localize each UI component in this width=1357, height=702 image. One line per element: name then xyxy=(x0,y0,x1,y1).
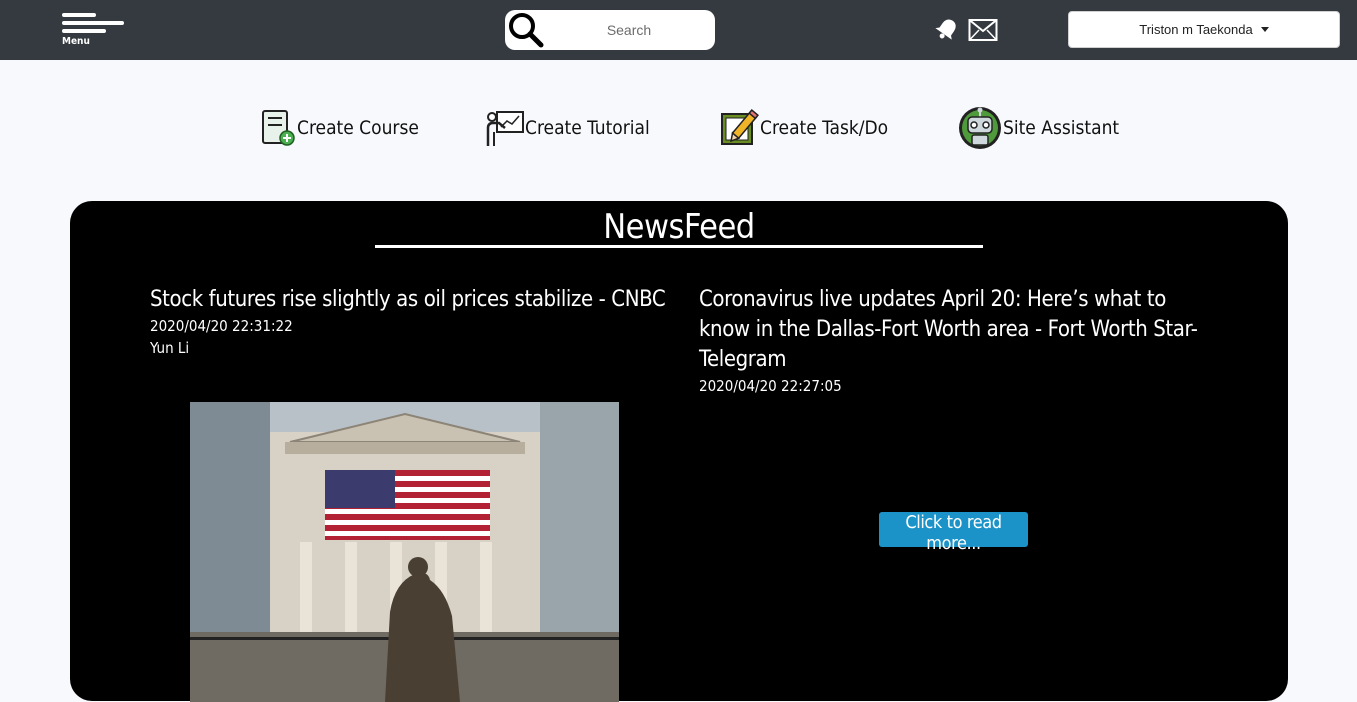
create-tutorial-button[interactable]: Create Tutorial xyxy=(485,106,650,150)
create-tutorial-label: Create Tutorial xyxy=(525,117,650,139)
site-assistant-label: Site Assistant xyxy=(1003,117,1120,139)
newsfeed-divider xyxy=(375,245,983,248)
article-author: Yun Li xyxy=(150,339,190,357)
create-course-label: Create Course xyxy=(297,117,419,139)
notification-bell-icon[interactable] xyxy=(934,16,960,42)
create-task-label: Create Task/Do xyxy=(760,117,889,139)
article-date: 2020/04/20 22:27:05 xyxy=(699,377,842,395)
search-box xyxy=(505,10,715,50)
news-article: Stock futures rise slightly as oil price… xyxy=(150,285,670,359)
newsfeed-title: NewsFeed xyxy=(603,207,755,247)
task-icon xyxy=(721,109,759,145)
tutorial-icon xyxy=(486,111,524,146)
news-article: Coronavirus live updates April 20: Here’… xyxy=(699,285,1219,397)
newsfeed-panel: NewsFeed Stock futures rise slightly as … xyxy=(70,201,1288,702)
article-date: 2020/04/20 22:31:22 xyxy=(150,317,293,335)
menu-icon-bar xyxy=(62,29,106,33)
site-assistant-button[interactable]: Site Assistant xyxy=(957,106,1119,150)
menu-icon xyxy=(62,13,96,17)
menu-label: Menu xyxy=(62,36,90,47)
menu-button[interactable]: Menu xyxy=(60,10,128,52)
article-image[interactable] xyxy=(190,402,619,702)
create-course-button[interactable]: Create Course xyxy=(261,106,419,150)
top-navbar: Menu Triston m Taekonda xyxy=(0,0,1357,60)
caret-down-icon xyxy=(1260,27,1269,33)
article-headline[interactable]: Stock futures rise slightly as oil price… xyxy=(150,285,670,315)
menu-icon-bar xyxy=(62,21,124,25)
mail-icon[interactable] xyxy=(968,17,998,43)
course-icon xyxy=(262,110,295,146)
read-more-button[interactable]: Click to read more... xyxy=(879,512,1028,554)
user-name: Triston m Taekonda xyxy=(1139,22,1253,37)
user-dropdown[interactable]: Triston m Taekonda xyxy=(1068,11,1340,48)
create-task-button[interactable]: Create Task/Do xyxy=(720,106,888,150)
robot-icon xyxy=(959,107,1001,149)
quick-actions: Create Course Create Tutorial Create Tas… xyxy=(0,100,1357,160)
search-input[interactable] xyxy=(551,18,707,42)
search-icon[interactable] xyxy=(505,10,545,50)
article-headline[interactable]: Coronavirus live updates April 20: Here’… xyxy=(699,285,1219,375)
